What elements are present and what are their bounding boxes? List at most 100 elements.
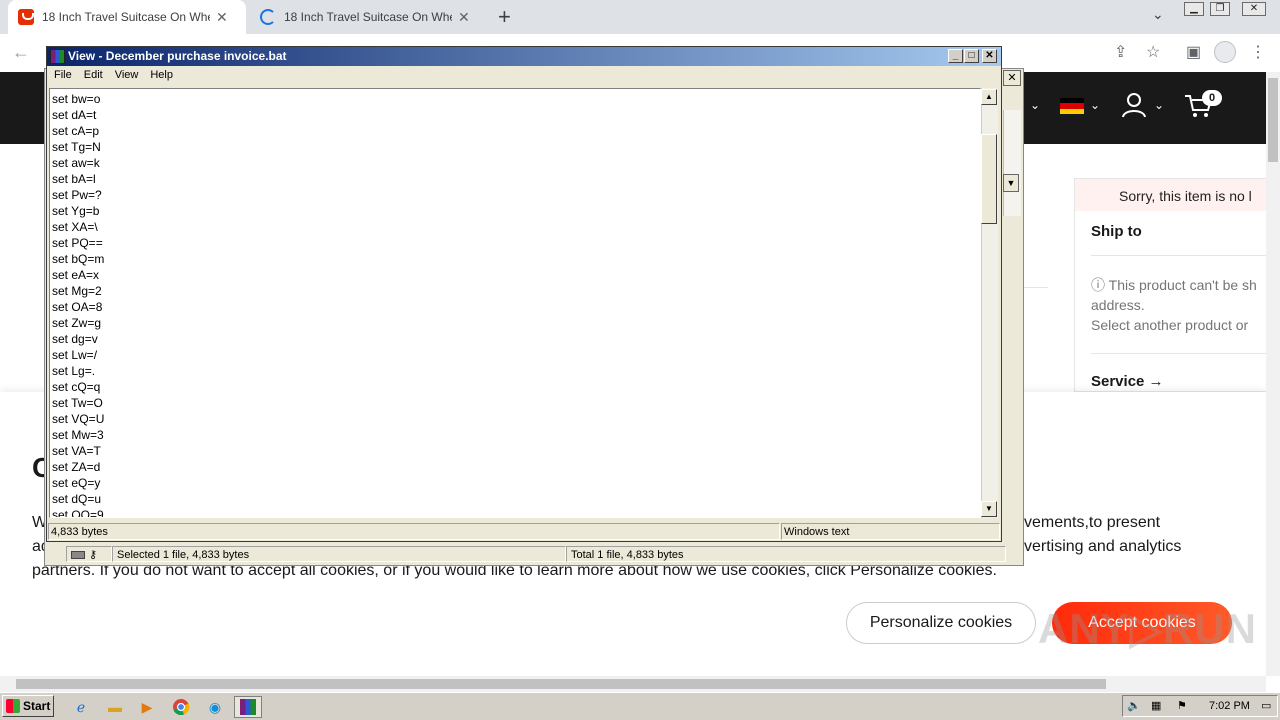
viewer-close-icon[interactable]: ✕ [982, 49, 997, 63]
chevron-down-icon[interactable]: ⌄ [1154, 98, 1164, 112]
germany-flag-icon[interactable] [1060, 98, 1084, 114]
system-tray: 🔈 ▦ ⚑ 7:02 PM ▭ [1122, 695, 1278, 717]
text-line: set eA=x [52, 268, 100, 282]
restore-icon[interactable]: ❐ [1210, 2, 1230, 16]
winrar-app-icon [50, 49, 65, 64]
drive-icon-cell: ⚷ [66, 546, 112, 562]
text-line: set Lw=/ [52, 348, 98, 362]
page-horizontal-scroll-thumb[interactable] [16, 679, 1106, 689]
winrar-status-total: Total 1 file, 4,833 bytes [566, 546, 1006, 562]
page-vertical-scrollbar[interactable] [1266, 72, 1280, 676]
user-account-icon[interactable] [1122, 92, 1146, 118]
ship-to-label[interactable]: Ship to [1091, 223, 1142, 240]
text-line: set aw=k [52, 156, 100, 170]
chevron-down-icon[interactable]: ⌄ [1030, 98, 1040, 112]
personalize-cookies-button[interactable]: Personalize cookies [846, 602, 1036, 644]
winrar-status-selected: Selected 1 file, 4,833 bytes [112, 546, 566, 562]
chrome-icon[interactable] [170, 696, 192, 718]
viewer-maximize-icon[interactable]: □ [964, 49, 979, 63]
minimize-icon[interactable]: ▁ [1184, 2, 1204, 16]
key-icon: ⚷ [89, 549, 98, 561]
internet-explorer-icon[interactable]: ℯ [70, 696, 92, 718]
side-panel-icon[interactable]: ▣ [1186, 42, 1201, 62]
text-line: set Mw=3 [52, 428, 104, 442]
tab-suitcase-active[interactable]: 18 Inch Travel Suitcase On Wheels Tr ✕ [8, 0, 246, 34]
viewer-scroll-thumb[interactable] [981, 134, 997, 224]
start-label: Start [23, 699, 51, 713]
text-line: set OA=8 [52, 300, 103, 314]
menu-dots-icon[interactable]: ⋮ [1250, 42, 1266, 62]
viewer-minimize-icon[interactable]: _ [948, 49, 963, 63]
text-line: set dQ=u [52, 492, 102, 506]
service-link[interactable]: Service → [1091, 373, 1164, 390]
text-line: set dg=v [52, 332, 98, 346]
tab-suitcase-loading[interactable]: 18 Inch Travel Suitcase On Wheels Tr ✕ [250, 0, 488, 34]
taskbar [0, 692, 1280, 720]
volume-icon[interactable]: 🔈 [1127, 699, 1141, 712]
show-desktop-icon[interactable]: ▭ [1261, 699, 1271, 712]
chevron-down-icon[interactable]: ⌄ [1090, 98, 1100, 112]
viewer-statusbar: 4,833 bytes Windows text [48, 522, 1000, 540]
text-line: set Zw=g [52, 316, 102, 330]
anyrun-watermark: ANY▷RUN [1038, 605, 1257, 652]
text-line: set eQ=y [52, 476, 101, 490]
windows-logo-icon [6, 699, 20, 713]
share-icon[interactable]: ⇪ [1114, 42, 1127, 62]
text-line: set VA=T [52, 444, 101, 458]
text-line: set Mg=2 [52, 284, 102, 298]
media-player-icon[interactable]: ▶ [136, 696, 158, 718]
shipping-message-line: Select another product or [1091, 317, 1249, 333]
tab-close-icon[interactable]: ✕ [216, 9, 228, 26]
viewer-text-area[interactable]: set bw=o set dA=t set cA=p set Tg=N set … [49, 88, 981, 518]
text-line: set PQ== [52, 236, 103, 250]
menu-view[interactable]: View [109, 67, 145, 85]
text-line: set Tw=O [52, 396, 103, 410]
action-center-flag-icon[interactable]: ⚑ [1177, 699, 1187, 712]
new-tab-button[interactable]: + [498, 4, 511, 30]
edge-icon[interactable]: ◉ [204, 696, 226, 718]
divider [1091, 255, 1268, 256]
menu-edit[interactable]: Edit [78, 67, 109, 85]
close-window-icon[interactable]: ✕ [1242, 2, 1266, 16]
text-line: set Lg=. [52, 364, 96, 378]
start-button[interactable]: Start [2, 695, 54, 717]
page-vertical-scroll-thumb[interactable] [1268, 78, 1278, 162]
scroll-down-icon[interactable]: ▼ [981, 501, 997, 517]
shipping-message: ⓘ This product can't be sh address. Sele… [1091, 275, 1268, 335]
bookmark-star-icon[interactable]: ☆ [1146, 42, 1160, 62]
file-content: set bw=o set dA=t set cA=p set Tg=N set … [52, 91, 105, 517]
winrar-close-icon[interactable]: ✕ [1003, 70, 1021, 86]
file-explorer-icon[interactable]: ▬ [104, 696, 126, 718]
text-line: set bA=l [52, 172, 96, 186]
back-arrow-icon[interactable]: ← [12, 42, 30, 63]
loading-spinner-icon [260, 9, 276, 25]
text-line: set VQ=U [52, 412, 105, 426]
text-line: set Pw=? [52, 188, 102, 202]
shipping-message-line: This product can't be sh [1108, 277, 1257, 293]
text-line: set XA=\ [52, 220, 98, 234]
menu-file[interactable]: File [48, 67, 78, 85]
viewer-title: View - December purchase invoice.bat [68, 49, 287, 63]
aliexpress-favicon-icon [18, 9, 34, 25]
text-line: set cQ=q [52, 380, 101, 394]
text-line: set bQ=m [52, 252, 105, 266]
cart-count-badge: 0 [1202, 90, 1222, 106]
winrar-scroll-down-icon[interactable]: ▼ [1003, 174, 1019, 192]
profile-avatar-icon[interactable] [1214, 41, 1236, 63]
tab-search-chevron-icon[interactable]: ⌄ [1152, 6, 1164, 23]
viewer-status-size: 4,833 bytes [48, 523, 780, 540]
unavailable-notice: Sorry, this item is no l [1075, 179, 1268, 211]
shipping-message-line: address. [1091, 297, 1145, 313]
viewer-status-encoding: Windows text [781, 523, 1000, 540]
divider [1091, 353, 1268, 354]
winrar-taskbar-icon[interactable] [234, 696, 262, 718]
scroll-up-icon[interactable]: ▲ [981, 89, 997, 105]
text-line: set ZA=d [52, 460, 101, 474]
winrar-icon [240, 699, 256, 715]
tab-close-icon[interactable]: ✕ [458, 9, 470, 26]
text-line: set Tg=N [52, 140, 101, 154]
menu-help[interactable]: Help [144, 67, 179, 85]
drive-icon [71, 551, 85, 560]
network-icon[interactable]: ▦ [1151, 699, 1161, 712]
winrar-scrollbar[interactable] [1003, 110, 1021, 216]
